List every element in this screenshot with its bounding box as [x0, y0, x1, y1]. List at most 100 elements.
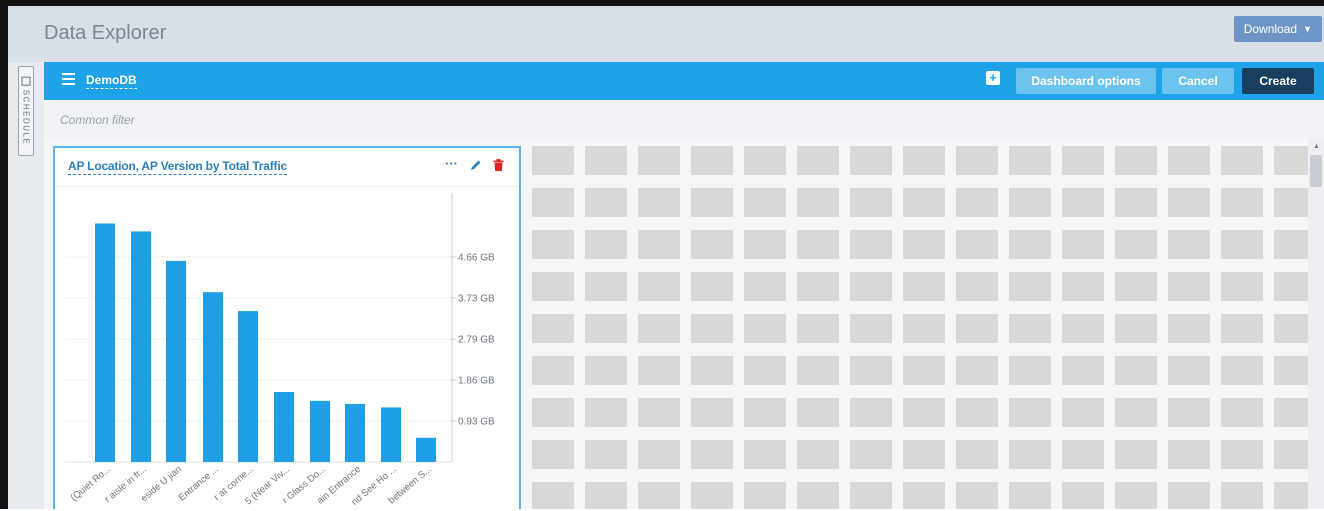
database-name[interactable]: DemoDB [86, 73, 137, 89]
empty-grid-slot[interactable] [1221, 188, 1263, 217]
empty-grid-slot[interactable] [532, 230, 574, 259]
empty-grid-slot[interactable] [1168, 188, 1210, 217]
vertical-scrollbar[interactable] [1308, 138, 1324, 509]
empty-grid-slot[interactable] [797, 482, 839, 509]
empty-grid-slot[interactable] [1168, 482, 1210, 509]
empty-grid-slot[interactable] [1274, 146, 1308, 175]
dashboard-options-button[interactable]: Dashboard options [1016, 68, 1156, 94]
empty-grid-slot[interactable] [585, 440, 627, 469]
empty-grid-slot[interactable] [956, 356, 998, 385]
empty-grid-slot[interactable] [744, 482, 786, 509]
empty-grid-slot[interactable] [1274, 188, 1308, 217]
empty-grid-slot[interactable] [1115, 230, 1157, 259]
empty-grid-slot[interactable] [691, 482, 733, 509]
empty-grid-slot[interactable] [797, 272, 839, 301]
create-button[interactable]: Create [1242, 68, 1314, 94]
bar[interactable] [95, 223, 115, 462]
scroll-up-arrow-icon[interactable]: ▲ [1313, 143, 1320, 150]
empty-grid-slot[interactable] [585, 272, 627, 301]
empty-grid-slot[interactable] [956, 440, 998, 469]
empty-grid-slot[interactable] [797, 188, 839, 217]
empty-grid-slot[interactable] [638, 272, 680, 301]
empty-grid-slot[interactable] [903, 188, 945, 217]
empty-grid-slot[interactable] [1115, 440, 1157, 469]
empty-grid-slot[interactable] [956, 146, 998, 175]
empty-grid-slot[interactable] [1009, 440, 1051, 469]
empty-grid-slot[interactable] [585, 398, 627, 427]
empty-grid-slot[interactable] [585, 482, 627, 509]
empty-grid-slot[interactable] [1009, 230, 1051, 259]
empty-grid-slot[interactable] [691, 272, 733, 301]
empty-grid-slot[interactable] [532, 398, 574, 427]
empty-grid-slot[interactable] [903, 440, 945, 469]
empty-grid-slot[interactable] [1009, 356, 1051, 385]
empty-grid-slot[interactable] [1009, 188, 1051, 217]
empty-grid-slot[interactable] [1009, 314, 1051, 343]
empty-grid-slot[interactable] [585, 188, 627, 217]
empty-grid-slot[interactable] [850, 356, 892, 385]
empty-grid-slot[interactable] [1062, 398, 1104, 427]
empty-grid-slot[interactable] [956, 230, 998, 259]
empty-grid-slot[interactable] [903, 356, 945, 385]
empty-grid-slot[interactable] [903, 398, 945, 427]
empty-grid-slot[interactable] [1274, 398, 1308, 427]
download-button[interactable]: Download ▼ [1233, 16, 1322, 42]
empty-grid-slot[interactable] [1062, 440, 1104, 469]
empty-grid-slot[interactable] [1009, 398, 1051, 427]
empty-grid-slot[interactable] [1221, 314, 1263, 343]
empty-grid-slot[interactable] [1062, 230, 1104, 259]
empty-grid-slot[interactable] [744, 230, 786, 259]
bar[interactable] [345, 403, 365, 462]
empty-grid-slot[interactable] [903, 314, 945, 343]
empty-grid-slot[interactable] [585, 230, 627, 259]
empty-grid-slot[interactable] [850, 188, 892, 217]
bar[interactable] [238, 311, 258, 462]
empty-grid-slot[interactable] [1274, 314, 1308, 343]
empty-grid-slot[interactable] [850, 146, 892, 175]
empty-grid-slot[interactable] [903, 482, 945, 509]
empty-grid-slot[interactable] [638, 188, 680, 217]
empty-grid-slot[interactable] [585, 146, 627, 175]
empty-grid-slot[interactable] [1221, 230, 1263, 259]
empty-grid-slot[interactable] [638, 356, 680, 385]
empty-grid-slot[interactable] [1009, 272, 1051, 301]
empty-grid-slot[interactable] [532, 146, 574, 175]
empty-grid-slot[interactable] [1221, 272, 1263, 301]
empty-grid-slot[interactable] [956, 188, 998, 217]
empty-grid-slot[interactable] [1062, 356, 1104, 385]
empty-grid-slot[interactable] [1221, 440, 1263, 469]
bar[interactable] [381, 407, 401, 462]
empty-grid-slot[interactable] [691, 230, 733, 259]
empty-grid-slot[interactable] [850, 272, 892, 301]
bar[interactable] [274, 392, 294, 462]
empty-grid-slot[interactable] [850, 230, 892, 259]
empty-grid-slot[interactable] [1062, 272, 1104, 301]
empty-grid-slot[interactable] [1168, 440, 1210, 469]
empty-grid-slot[interactable] [797, 356, 839, 385]
empty-grid-slot[interactable] [638, 482, 680, 509]
empty-grid-slot[interactable] [1274, 272, 1308, 301]
bar[interactable] [131, 231, 151, 462]
scrollbar-thumb[interactable] [1310, 155, 1322, 187]
empty-grid-slot[interactable] [1115, 146, 1157, 175]
hamburger-menu-icon[interactable] [62, 73, 75, 87]
add-widget-icon[interactable]: + [986, 71, 1000, 85]
empty-grid-slot[interactable] [638, 314, 680, 343]
empty-grid-slot[interactable] [691, 314, 733, 343]
empty-grid-slot[interactable] [1062, 314, 1104, 343]
empty-grid-slot[interactable] [691, 146, 733, 175]
empty-grid-slot[interactable] [797, 230, 839, 259]
empty-grid-slot[interactable] [744, 356, 786, 385]
empty-grid-slot[interactable] [850, 314, 892, 343]
empty-grid-slot[interactable] [532, 356, 574, 385]
empty-grid-slot[interactable] [585, 314, 627, 343]
empty-grid-slot[interactable] [744, 398, 786, 427]
bar[interactable] [166, 260, 186, 462]
empty-grid-slot[interactable] [1115, 482, 1157, 509]
empty-grid-slot[interactable] [638, 398, 680, 427]
empty-grid-slot[interactable] [903, 230, 945, 259]
empty-grid-slot[interactable] [1274, 230, 1308, 259]
empty-grid-slot[interactable] [956, 398, 998, 427]
empty-grid-slot[interactable] [1274, 440, 1308, 469]
empty-grid-slot[interactable] [956, 482, 998, 509]
